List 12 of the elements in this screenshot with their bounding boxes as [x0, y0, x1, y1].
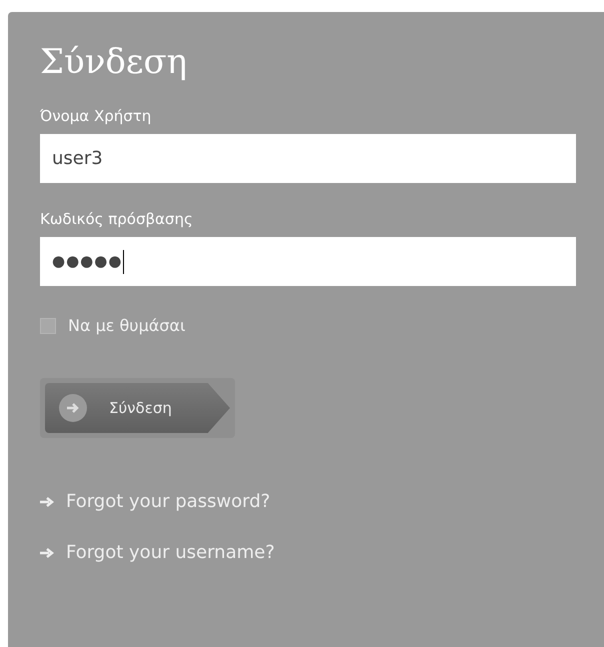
field-label: Κωδικός πρόσβασης — [40, 209, 193, 229]
username-field[interactable]: user3 — [40, 134, 576, 183]
forgot-link[interactable]: Forgot your password? — [66, 488, 270, 515]
login-button[interactable]: Σύνδεση — [45, 383, 230, 433]
forgot-link[interactable]: Forgot your username? — [66, 539, 275, 566]
password-field[interactable]: ●●●●● — [40, 237, 576, 286]
field-label: Όνομα Χρήστη — [40, 106, 152, 126]
checkbox-label: Να με θυμάσαι — [68, 315, 186, 337]
arrow-icon — [40, 546, 54, 558]
remember-checkbox[interactable] — [40, 318, 56, 334]
login-title: Σύνδεση — [40, 41, 188, 84]
arrow-icon — [40, 496, 54, 508]
